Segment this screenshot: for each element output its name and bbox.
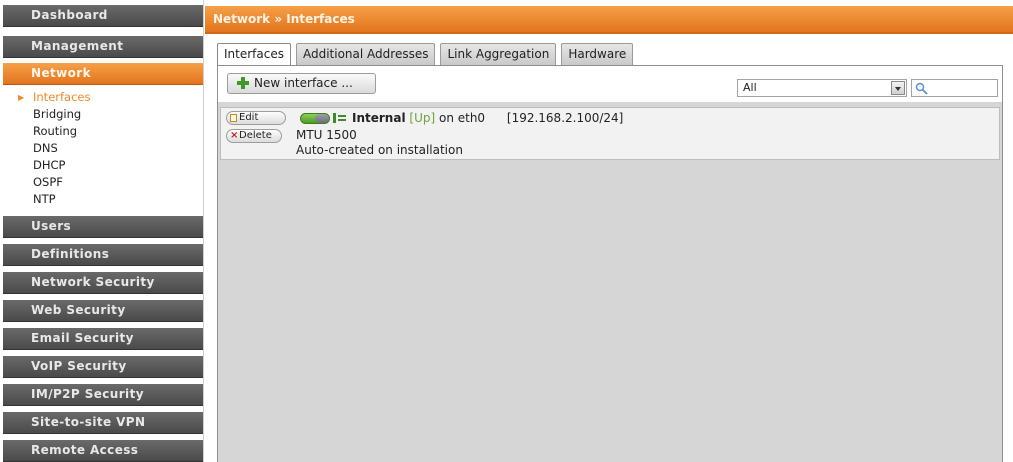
menu-site-to-site-vpn[interactable]: Site-to-site VPN — [3, 412, 203, 434]
submenu-dhcp[interactable]: DHCP — [3, 157, 203, 174]
menu-users[interactable]: Users — [3, 216, 203, 238]
menu-definitions[interactable]: Definitions — [3, 244, 203, 266]
edit-label: Edit — [239, 112, 259, 123]
menu-management[interactable]: Management — [3, 36, 203, 58]
page-title: Network » Interfaces — [205, 6, 1013, 34]
delete-button[interactable]: × Delete — [226, 129, 282, 143]
filter-value: All — [743, 81, 757, 94]
interface-row: Edit × Delete Internal [Up] on eth0 [192… — [220, 107, 1000, 160]
new-interface-label: New interface ... — [254, 76, 353, 90]
menu-email-security[interactable]: Email Security — [3, 328, 203, 350]
interface-comment: Auto-created on installation — [296, 143, 463, 157]
interface-mtu: MTU 1500 — [296, 128, 357, 142]
menu-dashboard[interactable]: Dashboard — [3, 5, 203, 27]
interface-ip: [192.168.2.100/24] — [506, 111, 624, 125]
menu-network-security[interactable]: Network Security — [3, 272, 203, 294]
main-content: Network » Interfaces Interfaces Addition… — [205, 0, 1013, 462]
submenu-bridging[interactable]: Bridging — [3, 106, 203, 123]
tab-interfaces[interactable]: Interfaces — [217, 43, 291, 65]
menu-voip-security[interactable]: VoIP Security — [3, 356, 203, 378]
menu-network[interactable]: Network — [3, 63, 203, 85]
tab-additional-addresses[interactable]: Additional Addresses — [295, 43, 436, 65]
delete-label: Delete — [239, 130, 272, 141]
tab-hardware[interactable]: Hardware — [561, 43, 634, 65]
current-arrow-icon: ▶ — [18, 93, 25, 102]
new-interface-button[interactable]: New interface ... — [227, 73, 376, 94]
edit-button[interactable]: Edit — [226, 111, 286, 125]
interface-device: on eth0 — [435, 111, 486, 125]
plus-icon — [237, 77, 249, 89]
menu-remote-access[interactable]: Remote Access — [3, 440, 203, 462]
toolbar: New interface ... All — [218, 66, 1002, 102]
menu-im-p2p-security[interactable]: IM/P2P Security — [3, 384, 203, 406]
network-submenu: ▶ Interfaces Bridging Routing DNS DHCP O… — [3, 89, 203, 213]
tab-link-aggregation[interactable]: Link Aggregation — [440, 43, 557, 65]
submenu-ntp[interactable]: NTP — [3, 191, 203, 208]
delete-icon: × — [230, 130, 239, 141]
sidebar: Dashboard Management Network ▶ Interface… — [0, 0, 204, 462]
submenu-interfaces[interactable]: ▶ Interfaces — [3, 89, 203, 106]
filter-select[interactable]: All — [737, 79, 907, 97]
interface-name: Internal — [352, 111, 406, 125]
dropdown-arrow-icon[interactable] — [891, 81, 905, 95]
submenu-ospf[interactable]: OSPF — [3, 174, 203, 191]
submenu-dns[interactable]: DNS — [3, 140, 203, 157]
network-interface-icon — [333, 113, 346, 123]
edit-icon — [230, 114, 237, 122]
submenu-interfaces-label: Interfaces — [33, 90, 91, 104]
submenu-routing[interactable]: Routing — [3, 123, 203, 140]
interfaces-panel: New interface ... All Edit × Delete Inte… — [217, 65, 1003, 462]
interface-state: [Up] — [409, 111, 436, 125]
menu-web-security[interactable]: Web Security — [3, 300, 203, 322]
status-toggle[interactable] — [300, 113, 330, 124]
search-icon — [915, 82, 928, 95]
interface-summary: Internal [Up] on eth0 [192.168.2.100/24] — [352, 111, 623, 125]
search-input[interactable] — [911, 79, 998, 97]
tab-bar: Interfaces Additional Addresses Link Agg… — [217, 43, 634, 65]
